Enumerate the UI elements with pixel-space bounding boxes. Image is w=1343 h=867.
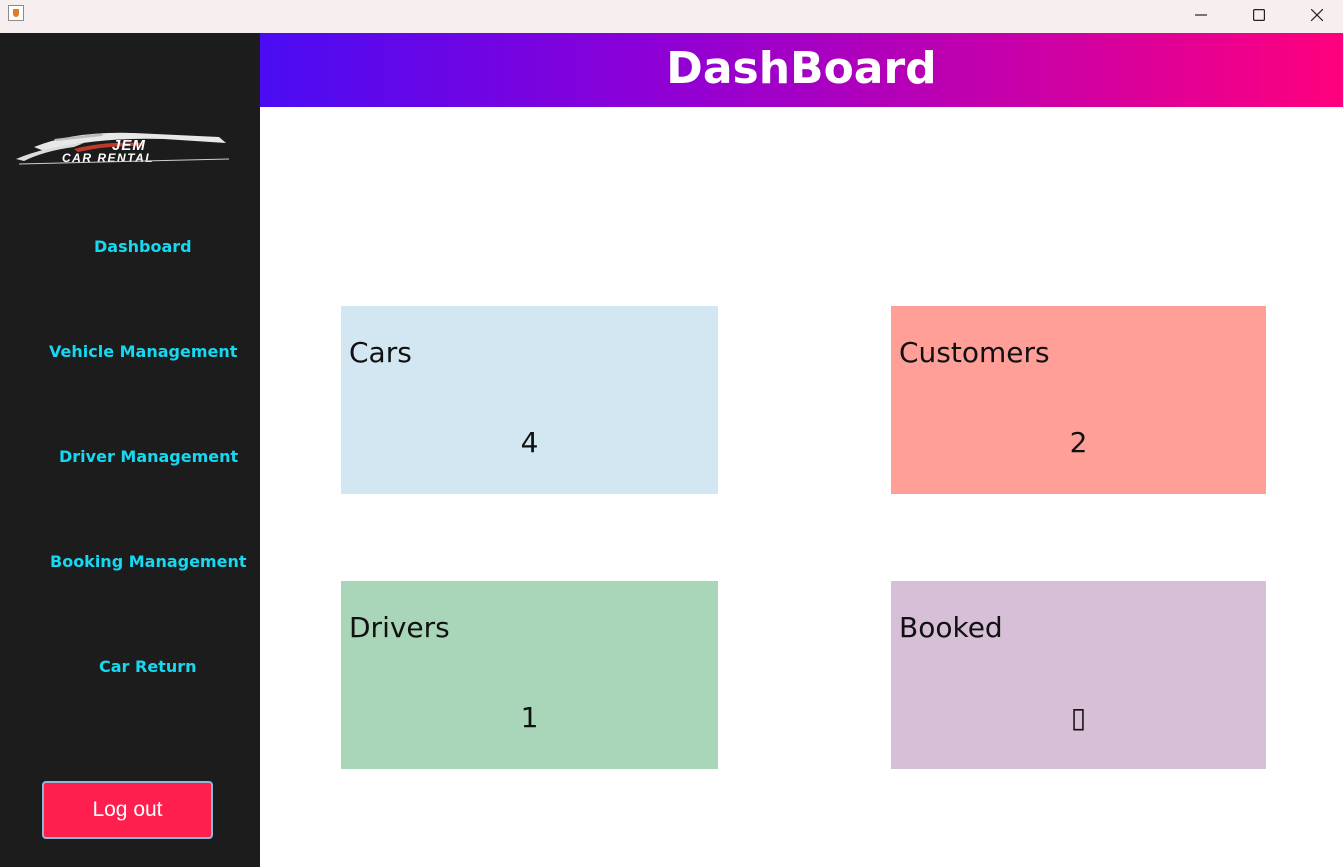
jem-car-rental-logo: JEM CAR RENTAL <box>16 132 230 165</box>
drivers-card: Drivers 1 <box>341 581 718 769</box>
nav-dashboard-label: Dashboard <box>94 237 192 256</box>
maximize-icon <box>1253 9 1265 21</box>
logout-button[interactable]: Log out <box>42 781 213 839</box>
maximize-button[interactable] <box>1236 0 1282 30</box>
booked-card: Booked ▯ <box>891 581 1266 769</box>
drivers-count: 1 <box>520 701 539 734</box>
booked-count: ▯ <box>1070 701 1087 734</box>
cars-card-label: Cars <box>349 336 412 369</box>
close-icon <box>1311 9 1323 21</box>
nav-driver-management[interactable]: Driver Management <box>0 442 260 472</box>
booked-card-label: Booked <box>899 611 1003 644</box>
customers-card: Customers 2 <box>891 306 1266 494</box>
customers-count: 2 <box>1069 426 1088 459</box>
nav-driver-management-label: Driver Management <box>59 447 239 466</box>
nav-booking-management-label: Booking Management <box>50 552 247 571</box>
nav-car-return-label: Car Return <box>99 657 197 676</box>
nav-vehicle-management-label: Vehicle Management <box>49 342 238 361</box>
customers-card-label: Customers <box>899 336 1050 369</box>
window-titlebar <box>0 0 1343 33</box>
nav-booking-management[interactable]: Booking Management <box>0 547 260 577</box>
nav-dashboard[interactable]: Dashboard <box>0 232 260 262</box>
minimize-icon <box>1195 14 1207 16</box>
java-app-icon <box>8 5 24 21</box>
close-button[interactable] <box>1294 0 1340 30</box>
nav-vehicle-management[interactable]: Vehicle Management <box>0 337 260 367</box>
minimize-button[interactable] <box>1178 0 1224 30</box>
nav-car-return[interactable]: Car Return <box>0 652 260 682</box>
page-title: DashBoard <box>666 43 937 94</box>
drivers-card-label: Drivers <box>349 611 450 644</box>
cars-card: Cars 4 <box>341 306 718 494</box>
page-header: DashBoard <box>260 33 1343 107</box>
sidebar: JEM CAR RENTAL Dashboard Vehicle Managem… <box>0 33 260 867</box>
cars-count: 4 <box>520 426 539 459</box>
